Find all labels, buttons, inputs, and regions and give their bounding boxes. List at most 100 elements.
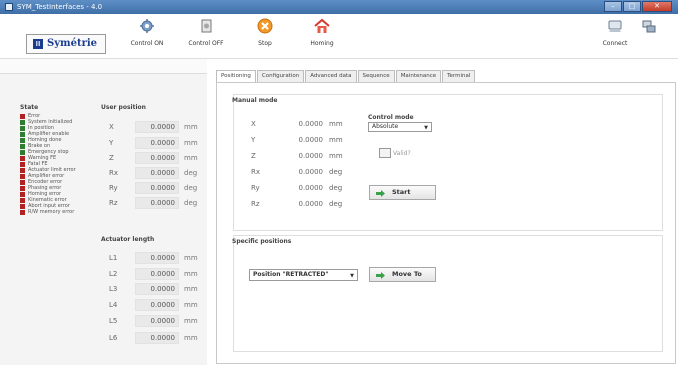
axis-label: L4 <box>109 301 118 309</box>
network-button[interactable] <box>632 18 666 56</box>
length-value: 0.0000 <box>135 283 179 295</box>
unit-label: mm <box>184 334 198 342</box>
minimize-button[interactable]: – <box>604 1 622 12</box>
axis-label: Rx <box>109 169 119 177</box>
length-value: 0.0000 <box>135 252 179 264</box>
axis-label: X <box>109 123 114 131</box>
unit-label: deg <box>184 169 198 177</box>
specific-position-select[interactable]: Position "RETRACTED" ▼ <box>249 269 358 281</box>
chevron-down-icon: ▼ <box>350 273 354 279</box>
unit-label: mm <box>184 123 198 131</box>
axis-label: L5 <box>109 317 118 325</box>
unit-label: deg <box>184 199 198 207</box>
control-off-label: Control OFF <box>188 40 224 47</box>
axis-label: Rz <box>251 200 260 208</box>
manual-mode-title: Manual mode <box>232 97 278 104</box>
axis-label: L6 <box>109 334 118 342</box>
control-mode-select[interactable]: Absolute ▼ <box>368 122 432 132</box>
close-button[interactable]: ✕ <box>642 1 672 12</box>
axis-label: Rx <box>251 168 261 176</box>
state-indicator <box>20 203 25 209</box>
axis-label: Z <box>109 154 114 162</box>
state-indicator <box>20 137 25 143</box>
tab-sequence[interactable]: Sequence <box>357 70 395 82</box>
axis-label: Ry <box>109 184 118 192</box>
homing-button[interactable]: Homing <box>299 18 345 56</box>
axis-label: Y <box>251 136 256 144</box>
axis-label: X <box>251 120 256 128</box>
unit-label: mm <box>184 301 198 309</box>
home-icon <box>313 18 331 34</box>
length-value: 0.0000 <box>135 315 179 327</box>
tab-configuration[interactable]: Configuration <box>256 70 305 82</box>
specific-position-value: Position "RETRACTED" <box>253 271 329 278</box>
position-value: 0.0000 <box>135 167 179 179</box>
unit-label: deg <box>329 168 343 176</box>
status-panel-header <box>0 59 207 74</box>
valid-checkbox[interactable] <box>379 148 391 158</box>
homing-label: Homing <box>310 40 334 47</box>
manual-value[interactable]: 0.0000 <box>289 168 324 176</box>
position-value: 0.0000 <box>135 121 179 133</box>
unit-label: mm <box>184 285 198 293</box>
logo-text: Symétrie <box>47 38 98 49</box>
control-mode-label: Control mode <box>368 114 414 121</box>
state-indicator <box>20 167 25 173</box>
manual-value[interactable]: 0.0000 <box>289 152 324 160</box>
positioning-panel <box>216 82 676 364</box>
tab-maintenance[interactable]: Maintenance <box>395 70 442 82</box>
connect-icon <box>606 18 624 34</box>
unit-label: mm <box>184 270 198 278</box>
unit-label: mm <box>184 154 198 162</box>
tab-terminal[interactable]: Terminal <box>442 70 476 82</box>
move-to-label: Move To <box>392 270 422 278</box>
logo-mark-icon: Ⅲ <box>33 39 43 49</box>
manual-value[interactable]: 0.0000 <box>289 136 324 144</box>
state-indicator <box>20 179 25 185</box>
manual-value[interactable]: 0.0000 <box>289 200 324 208</box>
valid-checkbox-label: Valid? <box>393 150 411 157</box>
manual-value[interactable]: 0.0000 <box>289 184 324 192</box>
main-area: Positioning Configuration Advanced data … <box>207 59 678 365</box>
manual-mode-group <box>233 94 663 231</box>
control-on-label: Control ON <box>130 40 164 47</box>
unit-label: deg <box>329 200 343 208</box>
window-title: SYM_TestInterfaces - 4.0 <box>17 3 103 11</box>
chevron-down-icon: ▼ <box>424 125 428 131</box>
state-list: Error System initialized In position Amp… <box>20 113 104 215</box>
manual-value[interactable]: 0.0000 <box>289 120 324 128</box>
state-item-label: R/W memory error <box>28 209 75 215</box>
axis-label: L2 <box>109 270 118 278</box>
app-icon <box>5 3 13 11</box>
control-mode-value: Absolute <box>372 123 399 130</box>
axis-label: L1 <box>109 254 118 262</box>
specific-positions-group <box>233 235 663 352</box>
stop-icon <box>256 18 274 34</box>
arrow-right-icon <box>376 271 385 279</box>
user-position-title: User position <box>101 104 146 111</box>
length-value: 0.0000 <box>135 268 179 280</box>
unit-label: mm <box>329 152 343 160</box>
axis-label: Ry <box>251 184 260 192</box>
unit-label: deg <box>184 184 198 192</box>
state-indicator <box>20 149 25 155</box>
state-indicator <box>20 191 25 197</box>
control-off-button[interactable]: Control OFF <box>183 18 229 56</box>
start-button[interactable]: Start <box>369 185 436 200</box>
gear-off-icon <box>197 18 215 34</box>
stop-button[interactable]: Stop <box>242 18 288 56</box>
stop-label: Stop <box>258 40 272 47</box>
unit-label: mm <box>329 136 343 144</box>
window-controls: – □ ✕ <box>603 1 672 13</box>
network-icon <box>640 18 658 34</box>
maximize-button[interactable]: □ <box>623 1 641 12</box>
position-value: 0.0000 <box>135 182 179 194</box>
position-value: 0.0000 <box>135 137 179 149</box>
tab-advanced-data[interactable]: Advanced data <box>305 70 357 82</box>
control-on-button[interactable]: Control ON <box>124 18 170 56</box>
state-indicator <box>20 113 25 119</box>
move-to-button[interactable]: Move To <box>369 267 436 282</box>
state-indicator <box>20 173 25 179</box>
position-value: 0.0000 <box>135 197 179 209</box>
state-indicator <box>20 143 25 149</box>
